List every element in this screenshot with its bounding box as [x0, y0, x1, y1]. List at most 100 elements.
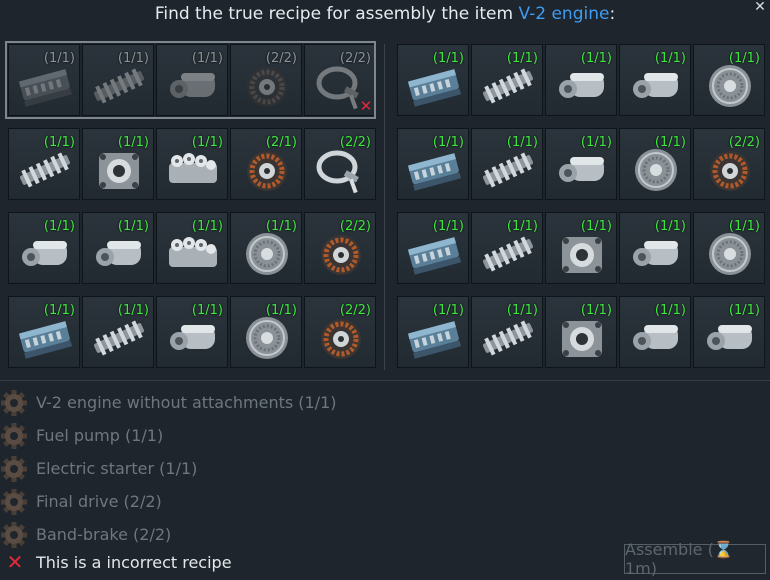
- slot-count: (1/1): [191, 135, 223, 150]
- recipe-slot[interactable]: (1/1): [619, 128, 691, 200]
- recipe-row-right[interactable]: (1/1) (1/1) (1/1) (1/1) (2/2): [397, 128, 765, 200]
- recipe-slot[interactable]: (1/1): [545, 296, 617, 368]
- recipe-row-left[interactable]: (1/1) (1/1) (1/1) (1/1) (2/2): [8, 212, 376, 284]
- slot-count: (1/1): [117, 51, 149, 66]
- recipe-slot[interactable]: (1/1): [82, 128, 154, 200]
- recipe-slot[interactable]: (1/1): [471, 128, 543, 200]
- recipe-slot[interactable]: (1/1): [545, 44, 617, 116]
- recipe-row-right[interactable]: (1/1) (1/1) (1/1) (1/1) (1/1): [397, 212, 765, 284]
- recipe-slot[interactable]: (1/1): [156, 128, 228, 200]
- slot-count: (1/1): [654, 51, 686, 66]
- gear-icon: [0, 521, 30, 549]
- final-drive-icon: [237, 61, 297, 111]
- slot-count: (1/1): [728, 303, 760, 318]
- component-item: V-2 engine without attachments (1/1): [0, 386, 337, 419]
- recipe-slot[interactable]: (1/1): [471, 296, 543, 368]
- recipe-slot[interactable]: (1/1): [619, 44, 691, 116]
- clutch-disc-icon: [237, 229, 297, 279]
- recipe-slot[interactable]: (2/2): [693, 128, 765, 200]
- recipe-slot[interactable]: (1/1): [156, 212, 228, 284]
- recipe-slot[interactable]: (1/1): [230, 212, 302, 284]
- slot-count: (1/1): [654, 135, 686, 150]
- recipe-slot[interactable]: (1/1): [82, 44, 154, 116]
- slot-count: (1/1): [506, 219, 538, 234]
- vertical-divider: [384, 44, 385, 370]
- title-item-link[interactable]: V-2 engine: [518, 4, 609, 24]
- electric-starter-icon: [163, 313, 223, 363]
- clutch-disc-icon: [700, 229, 760, 279]
- clutch-disc-icon: [237, 313, 297, 363]
- fuel-pump-icon: [478, 61, 538, 111]
- recipe-slot[interactable]: (1/1): [8, 212, 80, 284]
- recipe-slot[interactable]: (1/1): [693, 296, 765, 368]
- electric-starter-icon: [15, 229, 75, 279]
- recipe-slot[interactable]: (1/1): [82, 296, 154, 368]
- recipe-row-left[interactable]: (1/1) (1/1) (1/1) (1/1) (2/2): [8, 296, 376, 368]
- slot-count: (1/1): [580, 51, 612, 66]
- recipe-slot[interactable]: (2/2) ✕: [304, 44, 376, 116]
- assemble-button[interactable]: Assemble (⌛ 1m): [624, 540, 766, 578]
- recipe-slot[interactable]: (1/1): [397, 296, 469, 368]
- final-drive-icon: [311, 229, 371, 279]
- recipe-slot[interactable]: (1/1): [82, 212, 154, 284]
- slot-count: (2/2): [728, 135, 760, 150]
- recipe-slot[interactable]: (2/2): [230, 44, 302, 116]
- component-label: Final drive (2/2): [36, 492, 162, 511]
- slot-count: (2/2): [265, 51, 297, 66]
- recipe-slot[interactable]: (1/1): [545, 212, 617, 284]
- recipe-slot[interactable]: (1/1): [693, 212, 765, 284]
- slot-count: (1/1): [432, 303, 464, 318]
- recipe-slot[interactable]: (1/1): [471, 44, 543, 116]
- fuel-pump-icon: [15, 145, 75, 195]
- recipe-slot[interactable]: (2/2): [304, 296, 376, 368]
- recipe-slot[interactable]: (1/1): [397, 44, 469, 116]
- slot-count: (1/1): [432, 51, 464, 66]
- recipe-slot[interactable]: (1/1): [230, 296, 302, 368]
- recipe-slot[interactable]: (2/2): [304, 212, 376, 284]
- final-drive-icon: [311, 313, 371, 363]
- electric-starter-icon: [163, 61, 223, 111]
- component-item: Fuel pump (1/1): [0, 419, 337, 452]
- recipe-slot[interactable]: (2/1): [230, 128, 302, 200]
- recipe-slot[interactable]: (1/1): [8, 296, 80, 368]
- close-button[interactable]: ✕: [752, 0, 768, 16]
- component-label: V-2 engine without attachments (1/1): [36, 393, 337, 412]
- engine-block-icon: [15, 313, 75, 363]
- slot-count: (1/1): [728, 51, 760, 66]
- recipe-slot[interactable]: (1/1): [156, 44, 228, 116]
- recipe-slot[interactable]: (1/1): [545, 128, 617, 200]
- component-item: Electric starter (1/1): [0, 452, 337, 485]
- clutch-disc-icon: [626, 145, 686, 195]
- gear-icon: [0, 488, 30, 516]
- recipe-row-left[interactable]: (1/1) (1/1) (1/1) (2/1) (2/2): [8, 128, 376, 200]
- recipe-slot[interactable]: (1/1): [619, 212, 691, 284]
- recipe-row-right[interactable]: (1/1) (1/1) (1/1) (1/1) (1/1): [397, 296, 765, 368]
- recipe-slot[interactable]: (1/1): [8, 44, 80, 116]
- slot-count: (2/2): [339, 135, 371, 150]
- title-prefix: Find the true recipe for assembly the it…: [154, 4, 519, 24]
- recipe-row-right[interactable]: (1/1) (1/1) (1/1) (1/1) (1/1): [397, 44, 765, 116]
- clutch-disc-icon: [700, 61, 760, 111]
- engine-block-icon: [404, 61, 464, 111]
- oil-pump-icon: [89, 145, 149, 195]
- fuel-pump-icon: [478, 229, 538, 279]
- recipe-slot[interactable]: (1/1): [8, 128, 80, 200]
- recipe-slot[interactable]: (1/1): [156, 296, 228, 368]
- recipe-slot[interactable]: (1/1): [619, 296, 691, 368]
- slot-count: (1/1): [265, 219, 297, 234]
- dialog-title: Find the true recipe for assembly the it…: [0, 4, 770, 24]
- recipe-slot[interactable]: (1/1): [471, 212, 543, 284]
- incorrect-x-icon: ✕: [359, 97, 373, 115]
- component-item: Final drive (2/2): [0, 485, 337, 518]
- final-drive-icon: [700, 145, 760, 195]
- slot-count: (1/1): [117, 135, 149, 150]
- recipe-slot[interactable]: (1/1): [397, 212, 469, 284]
- slot-count: (1/1): [580, 303, 612, 318]
- slot-count: (2/1): [265, 135, 297, 150]
- slot-count: (1/1): [506, 135, 538, 150]
- recipe-slot[interactable]: (1/1): [397, 128, 469, 200]
- recipe-slot[interactable]: (2/2): [304, 128, 376, 200]
- selected-recipe-row[interactable]: (1/1) (1/1) (1/1) (2/2) (2/2) ✕: [8, 44, 376, 116]
- recipe-slot[interactable]: (1/1): [693, 44, 765, 116]
- engine-block-icon: [404, 229, 464, 279]
